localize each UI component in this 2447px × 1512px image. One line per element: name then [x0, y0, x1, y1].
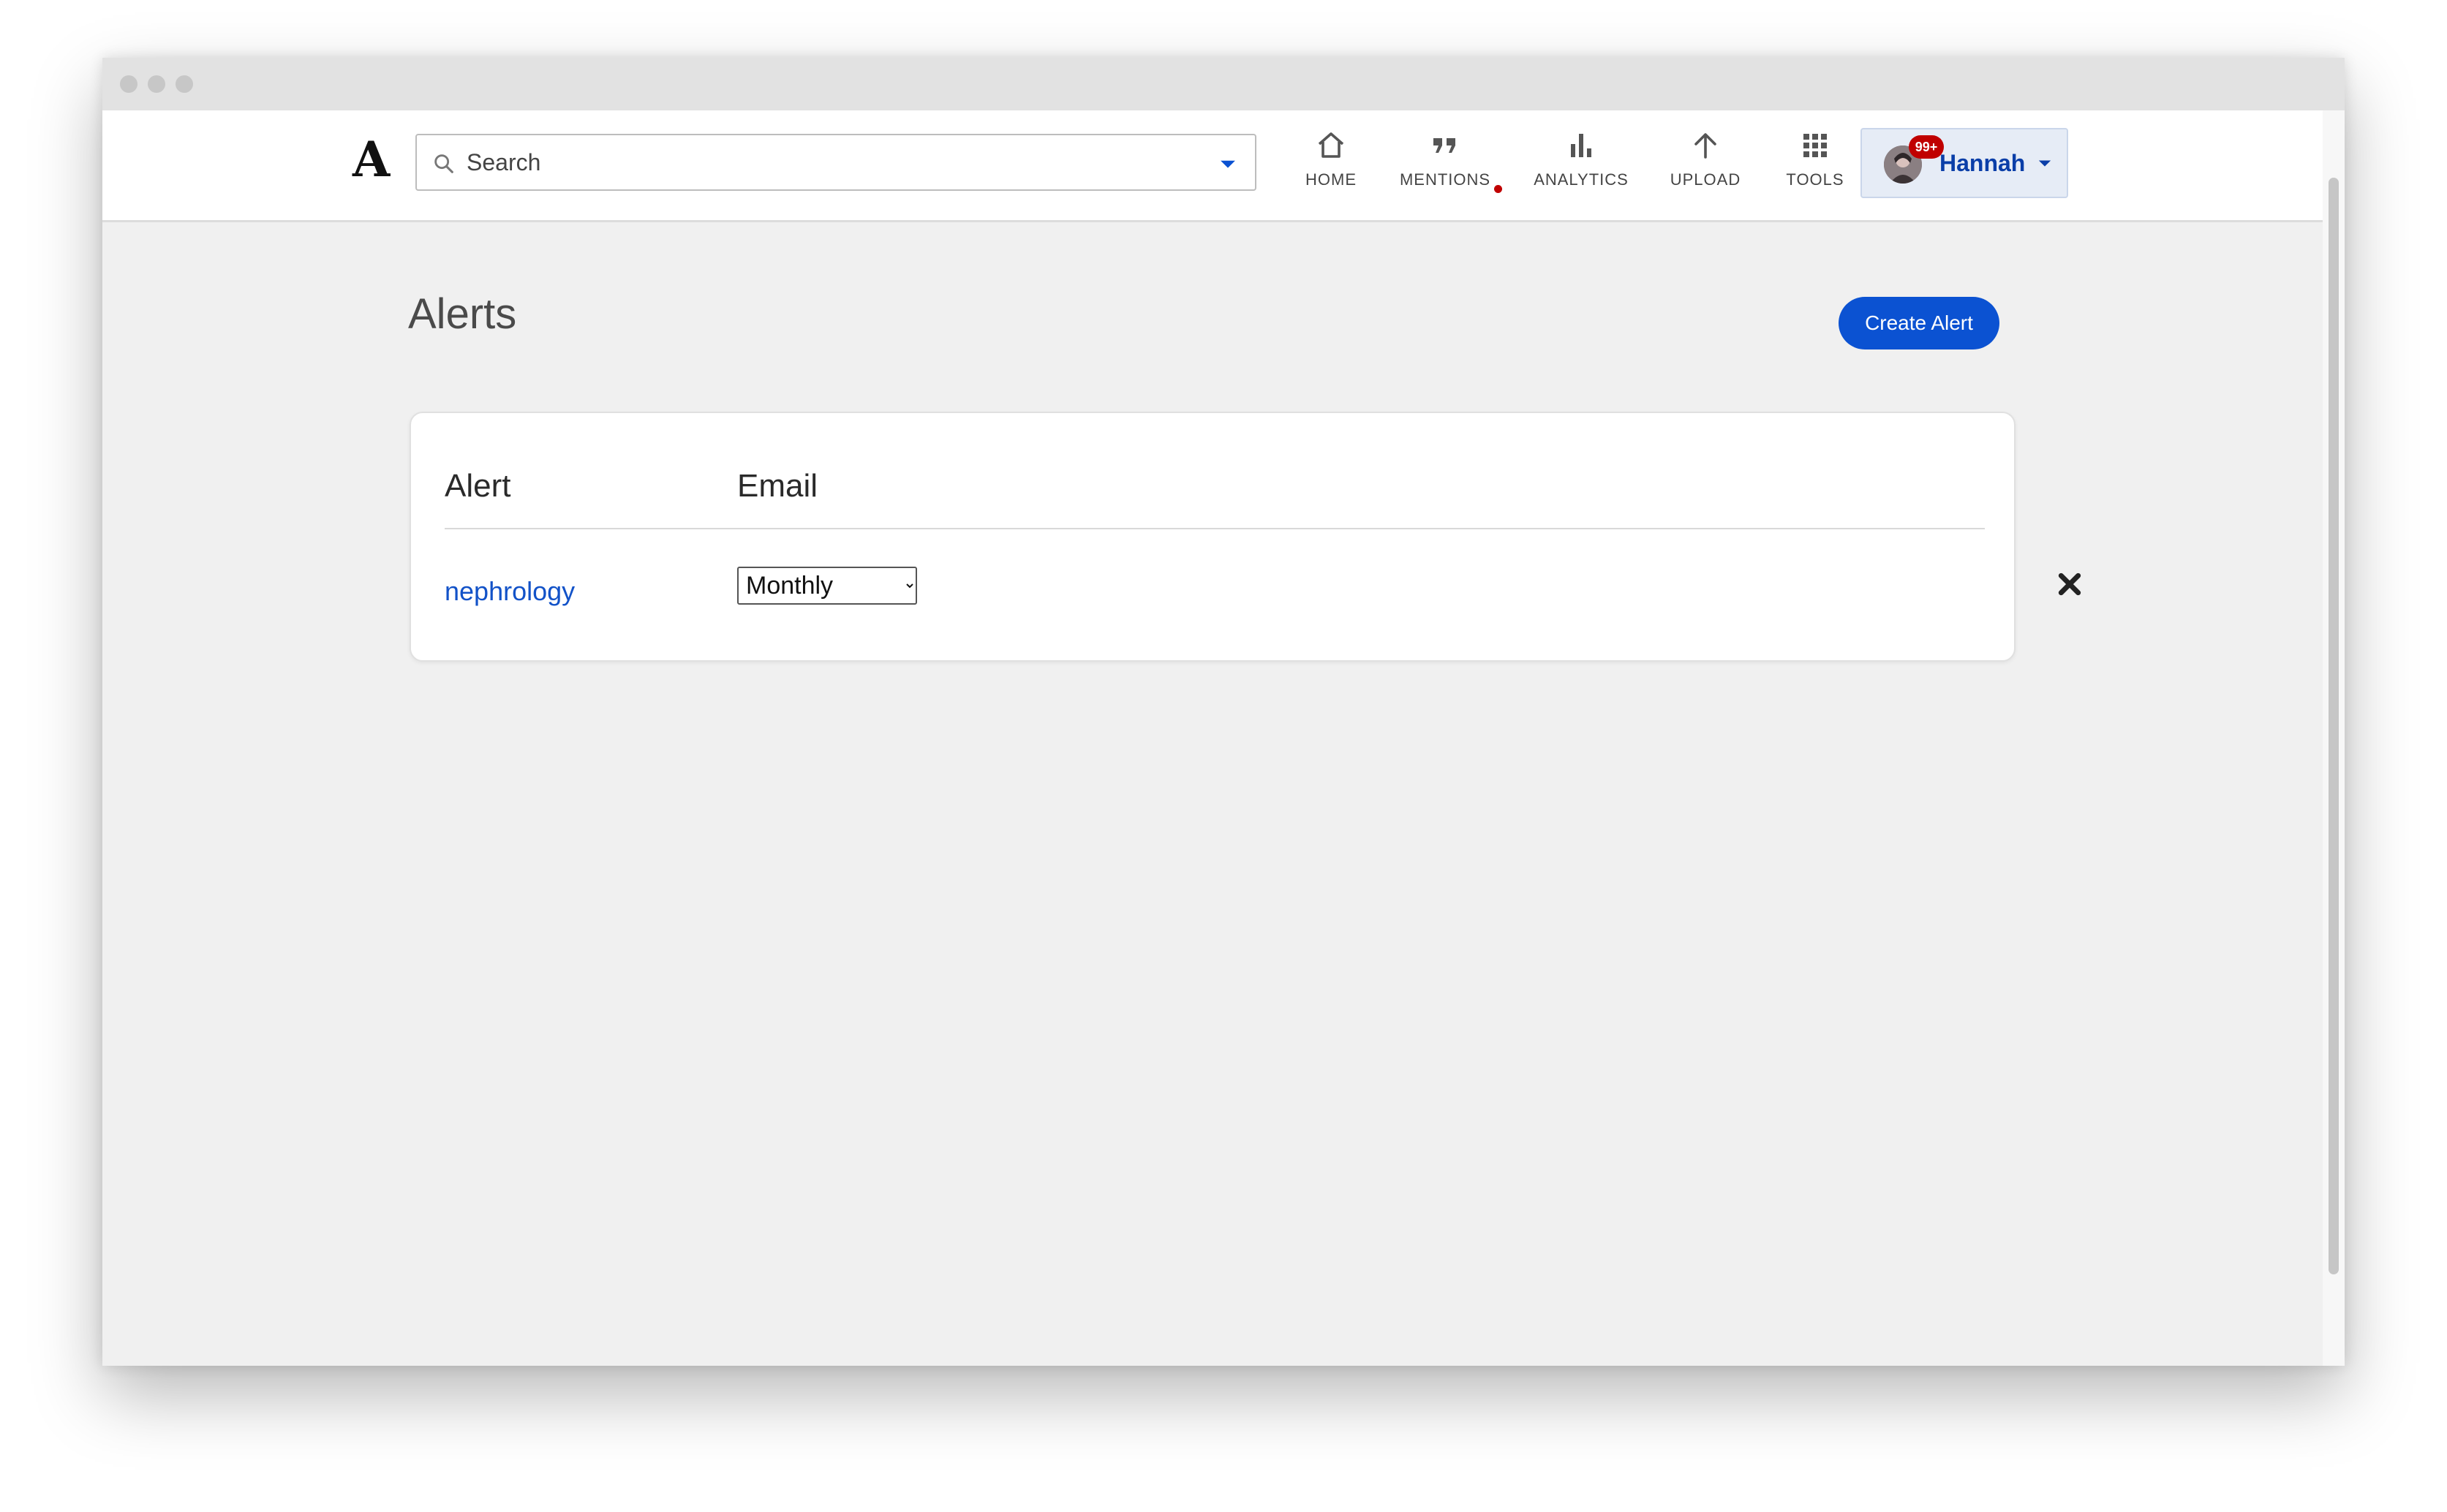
grid-icon [1803, 134, 1827, 157]
nav-upload-label: UPLOAD [1670, 170, 1741, 189]
site-logo[interactable]: A [352, 135, 390, 184]
bar-chart-icon [1571, 134, 1591, 157]
nav-analytics[interactable]: ANALYTICS [1515, 128, 1647, 201]
window-maximize-dot[interactable] [176, 75, 193, 93]
notification-count-badge: 99+ [1909, 135, 1944, 159]
user-name: Hannah [1939, 150, 2026, 176]
alert-link[interactable]: nephrology [445, 578, 575, 605]
nav-upload[interactable]: UPLOAD [1654, 128, 1757, 201]
nav-mentions[interactable]: MENTIONS [1385, 128, 1505, 201]
window-titlebar [102, 58, 2345, 110]
email-frequency-select[interactable]: Monthly [737, 567, 917, 605]
alerts-table-card: Alert Email nephrology Monthly [410, 412, 2081, 662]
header-divider [445, 528, 1985, 529]
create-alert-button[interactable]: Create Alert [1839, 297, 1999, 349]
top-nav-bar: A HOME MENTIONS [102, 110, 2323, 222]
window-close-dot[interactable] [120, 75, 137, 93]
window-minimize-dot[interactable] [148, 75, 165, 93]
nav-home[interactable]: HOME [1286, 128, 1376, 201]
home-icon [1318, 132, 1344, 158]
user-menu-button[interactable]: 99+ Hannah [1860, 128, 2068, 198]
search-box[interactable] [415, 134, 1256, 191]
chevron-down-icon[interactable] [1215, 151, 1240, 176]
quote-icon [1433, 138, 1455, 153]
search-input[interactable] [467, 140, 1183, 185]
nav-tools-label: TOOLS [1786, 170, 1844, 189]
browser-window: A HOME MENTIONS [102, 58, 2345, 1366]
column-header-alert: Alert [445, 468, 511, 504]
nav-tools[interactable]: TOOLS [1764, 128, 1866, 201]
nav-analytics-label: ANALYTICS [1534, 170, 1629, 189]
nav-home-label: HOME [1305, 170, 1357, 189]
close-icon[interactable] [2055, 570, 2084, 599]
nav-mentions-label: MENTIONS [1399, 170, 1491, 189]
column-header-email: Email [737, 468, 818, 504]
scrollbar[interactable] [2323, 110, 2345, 1366]
notification-dot [1494, 185, 1502, 193]
page-title: Alerts [408, 290, 517, 338]
chevron-down-icon [2038, 160, 2051, 167]
arrow-up-icon [1694, 133, 1716, 159]
scrollbar-thumb[interactable] [2329, 178, 2339, 1274]
search-icon [434, 154, 453, 173]
